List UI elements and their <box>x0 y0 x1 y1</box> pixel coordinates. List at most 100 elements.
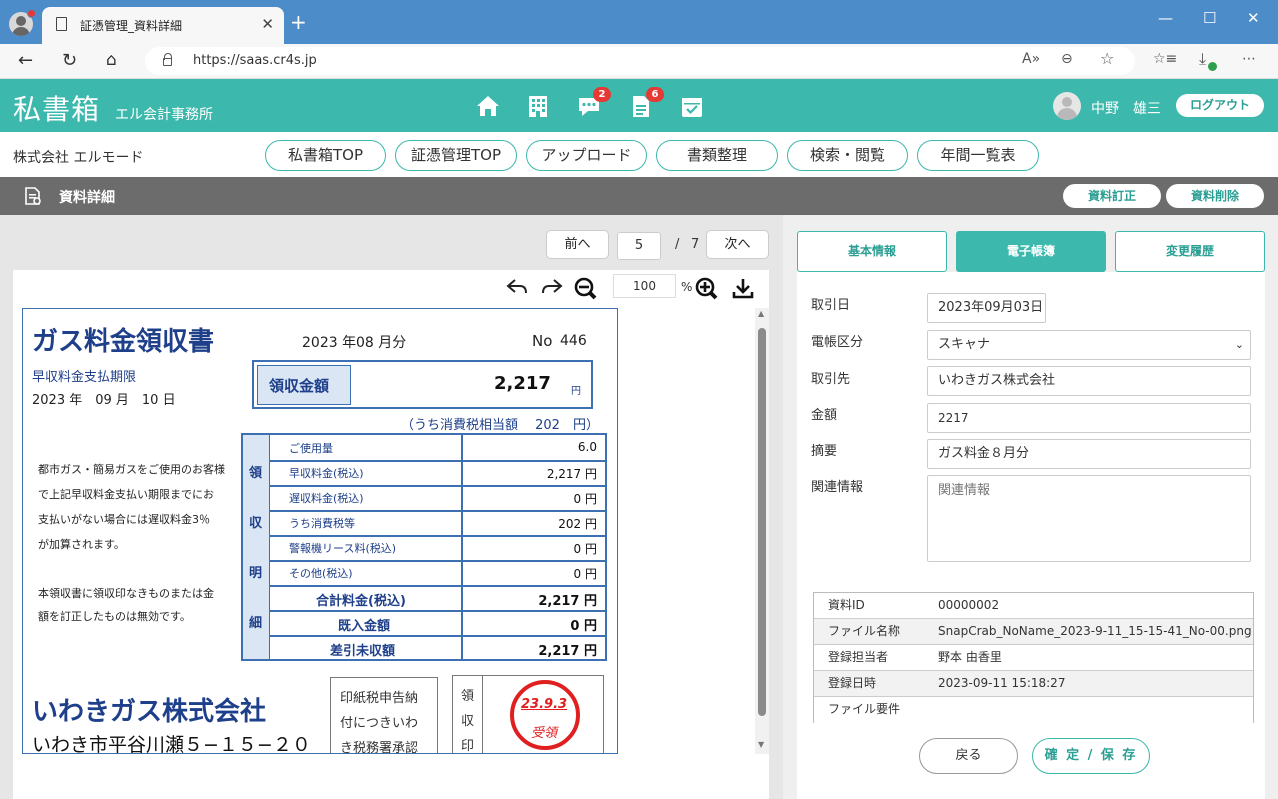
home-nav-icon[interactable] <box>475 93 501 119</box>
favorite-star-icon[interactable]: ☆ <box>1100 49 1114 68</box>
detail-row-divider <box>270 635 605 637</box>
maximize-icon[interactable]: ☐ <box>1203 9 1216 27</box>
detail-row-divider <box>270 510 605 512</box>
related-textarea[interactable]: 関連情報 <box>927 475 1251 562</box>
nav-search[interactable]: 検索・閲覧 <box>787 140 908 171</box>
chevron-down-icon: ⌄ <box>1234 338 1244 351</box>
stamp-date: 23.9.3 <box>521 697 568 712</box>
page-number-input[interactable]: 5 <box>617 232 661 260</box>
info-key: ファイル名称 <box>828 624 901 638</box>
undo-rotate-icon[interactable] <box>505 276 529 298</box>
receipt-image: ガス料金領収書 2023 年 08 月分 No 446 早収料金支払期限 202… <box>22 308 618 754</box>
info-row: 資料ID 00000002 <box>814 593 1253 619</box>
new-tab-button[interactable]: + <box>290 10 307 34</box>
more-menu-icon[interactable]: ⋯ <box>1242 51 1256 67</box>
stamp-label-char: 領 <box>461 689 475 704</box>
note-line: が加算されます。 <box>38 538 125 551</box>
amount-value: 2,217 <box>494 373 551 394</box>
back-arrow-icon[interactable]: ← <box>18 50 33 71</box>
viewer-scroll-thumb[interactable] <box>758 328 766 716</box>
next-page-button[interactable]: 次へ <box>706 230 769 259</box>
nav-upload[interactable]: アップロード <box>526 140 647 171</box>
building-icon[interactable] <box>525 93 551 119</box>
detail-row-divider <box>270 485 605 487</box>
receipt-title: ガス料金領収書 <box>32 327 215 357</box>
profile-notification-dot <box>27 9 36 18</box>
detail-label: うち消費税等 <box>289 517 355 530</box>
info-value: 00000002 <box>938 598 1000 612</box>
summary-field[interactable]: ガス料金８月分 <box>927 439 1251 469</box>
stamp-note: 印紙税申告納 <box>340 691 419 706</box>
info-key: ファイル要件 <box>828 702 901 716</box>
zoom-browser-icon[interactable]: ⊖ <box>1061 51 1073 67</box>
receipt-address: いわき市平谷川瀬５−１５−２０ <box>32 734 311 754</box>
info-row: 登録日時 2023-09-11 15:18:27 <box>814 671 1253 697</box>
scroll-down-icon[interactable]: ▼ <box>758 740 764 749</box>
zoom-unit: % <box>681 280 693 294</box>
back-button[interactable]: 戻る <box>919 738 1018 774</box>
info-value: SnapCrab_NoName_2023-9-11_15-15-41_No-00… <box>938 624 1252 638</box>
nav-organize[interactable]: 書類整理 <box>656 140 778 171</box>
minimize-icon[interactable]: — <box>1158 9 1173 27</box>
amount-yen: 円 <box>571 386 581 397</box>
side-char: 収 <box>249 516 263 531</box>
category-value: スキャナ <box>938 337 991 352</box>
detail-row-divider <box>270 610 605 612</box>
browser-tab[interactable]: 証憑管理_資料詳細 ✕ <box>42 7 284 44</box>
window-close-icon[interactable]: ✕ <box>1247 9 1260 27</box>
nav-yearly-list[interactable]: 年間一覧表 <box>917 140 1039 171</box>
detail-label: 遅収料金(税込) <box>289 492 364 505</box>
reload-icon[interactable]: ↻ <box>62 50 77 71</box>
user-avatar[interactable] <box>1053 92 1081 120</box>
detail-label: ご使用量 <box>289 442 333 455</box>
address-bar[interactable]: https://saas.cr4s.jp <box>145 47 1135 75</box>
download-icon[interactable] <box>731 276 755 300</box>
delete-document-button[interactable]: 資料削除 <box>1166 184 1264 208</box>
logout-button[interactable]: ログアウト <box>1176 94 1264 117</box>
close-tab-icon[interactable]: ✕ <box>261 15 274 33</box>
downloads-icon[interactable]: ⤓ <box>1199 49 1206 69</box>
category-label: 電帳区分 <box>811 335 864 350</box>
stamp-text: 受領 <box>531 726 558 741</box>
scroll-up-icon[interactable]: ▲ <box>758 309 764 318</box>
receipt-no-label: No <box>532 332 553 350</box>
home-icon[interactable]: ⌂ <box>106 50 117 70</box>
amount-label: 金額 <box>811 408 838 423</box>
prev-page-button[interactable]: 前へ <box>546 230 609 259</box>
date-field[interactable]: 2023年09月03日 <box>927 293 1046 323</box>
save-button[interactable]: 確 定 / 保 存 <box>1032 738 1150 774</box>
partner-field[interactable]: いわきガス株式会社 <box>927 366 1251 396</box>
note-line: 都市ガス・簡易ガスをご使用のお客様 <box>38 463 225 476</box>
receipt-month: 08 月分 <box>356 335 407 351</box>
tab-basic-info[interactable]: 基本情報 <box>797 231 947 272</box>
category-select[interactable]: スキャナ ⌄ <box>927 330 1251 360</box>
tab-e-book[interactable]: 電子帳簿 <box>956 231 1106 272</box>
document-detail-icon <box>25 187 41 205</box>
user-name: 中野 雄三 <box>1091 101 1161 117</box>
stamp-note: 付につきいわ <box>340 716 419 731</box>
redo-rotate-icon[interactable] <box>540 276 564 298</box>
nav-shishobako-top[interactable]: 私書箱TOP <box>265 140 386 171</box>
document-badge: 6 <box>646 87 664 102</box>
read-aloud-icon[interactable]: A» <box>1022 51 1040 67</box>
tax-note: （うち消費税相当額 202 円） <box>401 418 599 433</box>
zoom-in-icon[interactable] <box>694 276 720 302</box>
detail-row-divider <box>270 535 605 537</box>
app-logo[interactable]: 私書箱 <box>13 88 100 128</box>
chat-badge: 2 <box>593 87 611 102</box>
info-row: 登録担当者 野本 由香里 <box>814 645 1253 671</box>
calendar-check-icon[interactable] <box>679 93 705 119</box>
total-pages: 7 <box>691 237 700 252</box>
tab-change-history[interactable]: 変更履歴 <box>1115 231 1265 272</box>
amount-field[interactable]: 2217 <box>927 403 1251 433</box>
favorites-list-icon[interactable]: ☆≡ <box>1153 51 1177 67</box>
side-char: 明 <box>249 566 263 581</box>
zoom-input[interactable]: 100 <box>613 274 676 298</box>
zoom-out-icon[interactable] <box>573 276 599 302</box>
note-line: 額を訂正したものは無効です。 <box>38 610 191 623</box>
correct-document-button[interactable]: 資料訂正 <box>1063 184 1161 208</box>
download-complete-dot <box>1208 62 1217 71</box>
nav-shohyo-top[interactable]: 証憑管理TOP <box>395 140 517 171</box>
info-key: 登録日時 <box>828 676 877 690</box>
side-char: 領 <box>249 466 263 481</box>
